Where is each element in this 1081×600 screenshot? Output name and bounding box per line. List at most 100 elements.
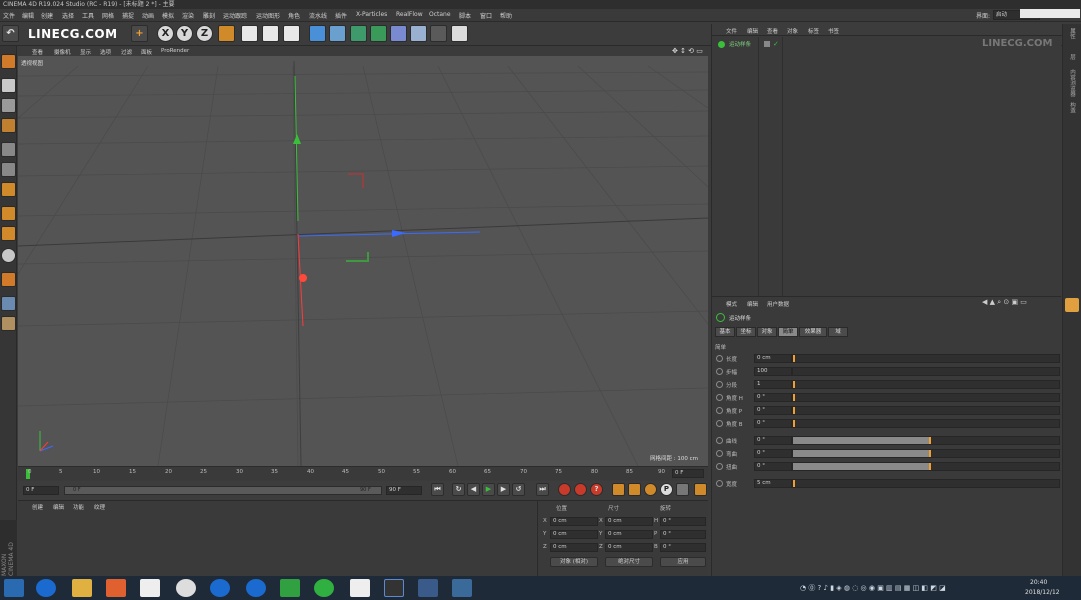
viewport-menu-prorender[interactable]: ProRender: [161, 48, 189, 54]
cinema4d-taskbar-icon[interactable]: [384, 579, 404, 597]
side-attribute-icon[interactable]: [1065, 298, 1079, 312]
menu-select[interactable]: 选择: [62, 11, 74, 20]
workplane-icon[interactable]: [1, 118, 16, 133]
keyframe-help-icon[interactable]: ?: [590, 483, 603, 496]
side-tab-layers[interactable]: 层: [1068, 54, 1076, 60]
menu-octane[interactable]: Octane: [429, 11, 451, 18]
move-key-icon[interactable]: [612, 483, 625, 496]
menu-simulate[interactable]: 模拟: [162, 11, 174, 20]
menu-snap[interactable]: 捕捉: [122, 11, 134, 20]
viewport-menu-camera[interactable]: 摄像机: [54, 48, 71, 56]
tab-basic[interactable]: 基本: [715, 327, 735, 337]
menu-motion-tracking[interactable]: 运动跟踪: [223, 11, 247, 20]
floor-icon[interactable]: [410, 25, 427, 42]
position-y-field[interactable]: 0 cm: [550, 530, 598, 539]
twist-field[interactable]: 0 °: [754, 462, 792, 471]
play-icon[interactable]: ▶: [482, 483, 495, 496]
size-z-field[interactable]: 0 cm: [605, 543, 653, 552]
menu-mesh[interactable]: 网格: [102, 11, 114, 20]
menu-xparticles[interactable]: X-Particles: [356, 11, 387, 18]
start-icon[interactable]: [4, 579, 24, 597]
menu-plugins[interactable]: 插件: [335, 11, 347, 20]
tab-object[interactable]: 对象: [757, 327, 777, 337]
window-controls[interactable]: [1020, 9, 1080, 18]
timeline-ruler[interactable]: 0 5 10 15 20 25 30 35 40 45 50 55 60 65 …: [18, 466, 708, 480]
attr-nav-icons[interactable]: ◀ ▲ ⌕ ⊙ ▣ ▭: [982, 298, 1027, 307]
chrome-icon[interactable]: [314, 579, 334, 597]
tab-coord[interactable]: 坐标: [736, 327, 756, 337]
tweak-icon[interactable]: [1, 226, 16, 241]
angle-h-field[interactable]: 0 °: [754, 393, 792, 402]
axis-mode-icon[interactable]: [1, 206, 16, 221]
ie2-icon[interactable]: [246, 579, 266, 597]
viewport-menu-view[interactable]: 查看: [32, 48, 43, 56]
tab-fields[interactable]: 域: [828, 327, 848, 337]
anim-dot-icon[interactable]: [716, 355, 723, 362]
anim-dot-icon[interactable]: [716, 368, 723, 375]
qq-icon[interactable]: [176, 579, 196, 597]
ie-icon[interactable]: [36, 579, 56, 597]
menu-realflow[interactable]: RealFlow: [396, 11, 423, 18]
go-to-start-icon[interactable]: ⏮: [431, 483, 444, 496]
menu-script[interactable]: 脚本: [459, 11, 471, 20]
perspective-viewport[interactable]: 透视视图 网格间距 : 100 cm: [18, 56, 708, 466]
subdivision-icon[interactable]: [350, 25, 367, 42]
side-tab-structure[interactable]: 构造: [1068, 102, 1076, 113]
player-icon[interactable]: [280, 579, 300, 597]
anim-dot-icon[interactable]: [716, 437, 723, 444]
x-axis-lock-icon[interactable]: X: [157, 25, 174, 42]
render-view-icon[interactable]: [241, 25, 258, 42]
y-axis-lock-icon[interactable]: Y: [176, 25, 193, 42]
anim-dot-icon[interactable]: [716, 381, 723, 388]
rotation-h-field[interactable]: 0 °: [660, 517, 706, 526]
object-menu-tags[interactable]: 标签: [808, 27, 819, 35]
attr-menu-mode[interactable]: 模式: [726, 300, 737, 308]
light-icon[interactable]: [451, 25, 468, 42]
menu-render[interactable]: 渲染: [182, 11, 194, 20]
texture-mode-icon[interactable]: [1, 98, 16, 113]
explorer-icon[interactable]: [72, 579, 92, 597]
enable-check-icon[interactable]: ✓: [773, 40, 781, 48]
z-axis-lock-icon[interactable]: Z: [196, 25, 213, 42]
x-axis-handle[interactable]: [299, 274, 307, 282]
timeline-end-field[interactable]: 0 F: [672, 469, 704, 478]
apply-button[interactable]: 应用: [660, 557, 706, 567]
viewport-menu-panel[interactable]: 面板: [141, 48, 152, 56]
coord-mode-select[interactable]: 对象 (相对): [550, 557, 598, 567]
render-picture-viewer-icon[interactable]: [262, 25, 279, 42]
size-x-field[interactable]: 0 cm: [605, 517, 653, 526]
angle-h-slider[interactable]: [792, 393, 1060, 402]
snap-icon[interactable]: [1, 248, 16, 263]
menu-tools[interactable]: 工具: [82, 11, 94, 20]
loop-icon[interactable]: ↻: [452, 483, 465, 496]
position-z-field[interactable]: 0 cm: [550, 543, 598, 552]
lock-workplane-icon[interactable]: [1, 272, 16, 287]
rotate-key-icon[interactable]: [644, 483, 657, 496]
tab-effectors[interactable]: 效果器: [799, 327, 827, 337]
object-menu-bookmarks[interactable]: 书签: [828, 27, 839, 35]
edges-mode-icon[interactable]: [1, 162, 16, 177]
app2-icon[interactable]: [452, 579, 472, 597]
mograph-icon[interactable]: [370, 25, 387, 42]
anim-dot-icon[interactable]: [716, 463, 723, 470]
record-icon[interactable]: [558, 483, 571, 496]
coordinate-system-icon[interactable]: [218, 25, 235, 42]
width-field[interactable]: 5 cm: [754, 479, 792, 488]
anim-dot-icon[interactable]: [716, 407, 723, 414]
tab-simple[interactable]: 简单: [778, 327, 798, 337]
angle-p-slider[interactable]: [792, 406, 1060, 415]
end-frame-field[interactable]: 90 F: [386, 486, 422, 495]
autokey-icon[interactable]: [574, 483, 587, 496]
size-y-field[interactable]: 0 cm: [605, 530, 653, 539]
anim-dot-icon[interactable]: [716, 420, 723, 427]
side-tab-content-browser[interactable]: 内容浏览器: [1068, 69, 1076, 97]
length-slider[interactable]: [792, 354, 1060, 363]
attr-menu-edit[interactable]: 编辑: [747, 300, 758, 308]
step-forward-icon[interactable]: ▶: [497, 483, 510, 496]
camera-icon[interactable]: [430, 25, 447, 42]
menu-create[interactable]: 创建: [41, 11, 53, 20]
pen-icon[interactable]: [329, 25, 346, 42]
material-menu-texture[interactable]: 纹理: [94, 503, 105, 511]
layer-icon[interactable]: [1, 316, 16, 331]
size-mode-select[interactable]: 绝对尺寸: [605, 557, 653, 567]
